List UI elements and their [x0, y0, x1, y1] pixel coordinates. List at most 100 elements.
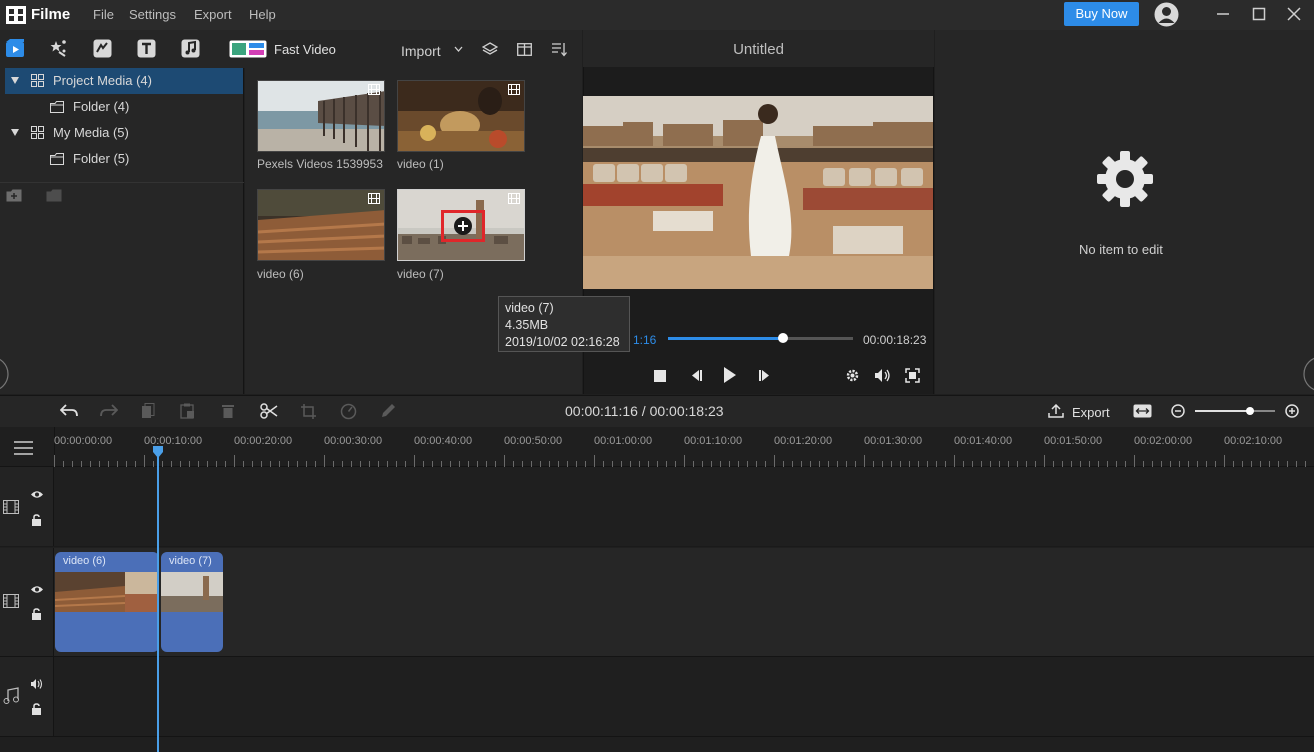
media-thumb-video-7[interactable] [397, 189, 525, 261]
timeline-clip-video-7[interactable]: video (7) [161, 552, 223, 652]
video-track-1 [0, 467, 1314, 547]
settings-icon[interactable] [845, 368, 860, 383]
timeline-ruler[interactable]: 00:00:00:00 00:00:10:00 00:00:20:00 00:00:3… [0, 427, 1314, 467]
expand-arrow-icon[interactable] [11, 77, 19, 84]
tree-my-folder[interactable]: Folder (5) [5, 146, 243, 172]
zoom-in-icon[interactable] [1285, 404, 1299, 418]
title-bar: Filme File Settings Export Help Buy Now [0, 0, 1314, 30]
media-thumb-pexels[interactable] [257, 80, 385, 152]
timeline-menu-icon[interactable] [14, 441, 33, 455]
sort-icon[interactable] [551, 42, 567, 57]
lock-icon[interactable] [31, 703, 42, 715]
add-to-timeline-icon[interactable] [441, 210, 485, 242]
fit-timeline-icon[interactable] [1133, 404, 1152, 418]
timeline-clip-video-6[interactable]: video (6) [55, 552, 159, 652]
close-icon[interactable] [1287, 7, 1301, 21]
account-icon[interactable] [1154, 2, 1179, 27]
track-header [0, 657, 54, 736]
seek-bar[interactable] [668, 333, 853, 343]
menu-help[interactable]: Help [249, 7, 276, 22]
clip-label: video (7) [169, 555, 212, 567]
export-button[interactable]: Export [1072, 405, 1110, 420]
clip-label: video (6) [63, 555, 106, 567]
import-button[interactable]: Import [401, 43, 441, 59]
eye-icon[interactable] [30, 490, 44, 499]
next-frame-icon[interactable] [758, 369, 772, 382]
menu-export[interactable]: Export [194, 7, 232, 22]
speed-icon[interactable] [340, 403, 357, 420]
lock-icon[interactable] [31, 608, 42, 620]
edit-pen-icon[interactable] [380, 403, 396, 419]
media-label: video (6) [257, 267, 304, 281]
zoom-slider-fill [1195, 410, 1250, 412]
menu-file[interactable]: File [93, 7, 114, 22]
video-badge-icon [508, 84, 520, 95]
tree-my-media[interactable]: My Media (5) [5, 120, 243, 146]
delete-icon[interactable] [221, 403, 235, 419]
tree-label: My Media (5) [53, 125, 129, 140]
paste-icon[interactable] [180, 403, 195, 419]
media-thumb-video-6[interactable] [257, 189, 385, 261]
effects-tab-icon[interactable] [48, 39, 68, 57]
app-name: Filme [31, 6, 71, 23]
video-track-2: video (6) video (7) [0, 548, 1314, 656]
seek-knob[interactable] [777, 333, 788, 343]
clip-thumbnails [161, 572, 223, 612]
media-thumb-video-1[interactable] [397, 80, 525, 152]
ruler-label: 00:01:30:00 [864, 435, 923, 447]
eye-icon[interactable] [30, 585, 44, 594]
playhead-marker-icon[interactable] [153, 446, 163, 458]
play-icon[interactable] [723, 367, 737, 383]
project-title: Untitled [583, 30, 934, 67]
media-tab-icon[interactable] [5, 38, 25, 58]
tree-label: Project Media (4) [53, 73, 152, 88]
redo-icon[interactable] [100, 404, 118, 418]
left-collapse-handle[interactable] [0, 355, 12, 393]
undo-icon[interactable] [60, 404, 78, 418]
playhead[interactable] [157, 447, 159, 752]
layers-icon[interactable] [482, 42, 498, 56]
zoom-knob[interactable] [1246, 407, 1254, 415]
split-view-icon[interactable] [517, 43, 532, 56]
clip-thumbnails [55, 572, 159, 612]
ruler-label: 00:00:50:00 [504, 435, 563, 447]
zoom-out-icon[interactable] [1171, 404, 1185, 418]
crop-icon[interactable] [300, 403, 317, 420]
stop-icon[interactable] [654, 370, 666, 382]
ruler-label: 00:01:20:00 [774, 435, 833, 447]
delete-folder-icon[interactable] [46, 189, 62, 202]
chevron-down-icon[interactable] [454, 46, 463, 52]
tree-label: Folder (4) [73, 99, 130, 114]
tree-divider [0, 182, 244, 183]
volume-icon[interactable] [30, 678, 44, 690]
split-scissors-icon[interactable] [260, 403, 278, 419]
volume-icon[interactable] [874, 368, 892, 383]
ruler-label: 00:00:20:00 [234, 435, 293, 447]
music-note-icon [3, 687, 19, 704]
expand-arrow-icon[interactable] [11, 129, 19, 136]
text-tab-icon[interactable] [137, 39, 156, 58]
fast-video-icon[interactable] [229, 40, 267, 58]
menu-settings[interactable]: Settings [129, 7, 176, 22]
ruler-label: 00:02:10:00 [1224, 435, 1283, 447]
right-collapse-handle[interactable] [1302, 355, 1314, 393]
maximize-icon[interactable] [1252, 7, 1266, 21]
ruler-label: 00:01:10:00 [684, 435, 743, 447]
buy-now-button[interactable]: Buy Now [1064, 2, 1139, 26]
add-folder-icon[interactable] [6, 189, 22, 202]
fullscreen-icon[interactable] [905, 368, 920, 383]
tooltip-name: video (7) [505, 301, 554, 315]
music-tab-icon[interactable] [181, 39, 200, 58]
minimize-icon[interactable] [1216, 7, 1230, 21]
media-tooltip: video (7) 4.35MB 2019/10/02 02:16:28 [498, 296, 630, 352]
prev-frame-icon[interactable] [689, 369, 703, 382]
zoom-slider[interactable] [1195, 407, 1275, 415]
media-toolbar: Fast Video Import [0, 30, 582, 68]
lock-icon[interactable] [31, 514, 42, 526]
export-icon[interactable] [1048, 404, 1064, 418]
tree-project-media[interactable]: Project Media (4) [5, 68, 243, 94]
tree-project-folder[interactable]: Folder (4) [5, 94, 243, 120]
transitions-tab-icon[interactable] [93, 39, 112, 58]
fast-video-label[interactable]: Fast Video [274, 42, 336, 57]
copy-icon[interactable] [141, 403, 155, 419]
